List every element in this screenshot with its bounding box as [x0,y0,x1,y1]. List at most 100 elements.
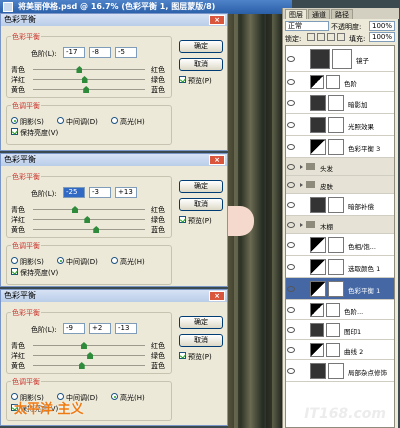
eye-icon[interactable] [287,307,295,313]
layer-row[interactable]: 皮肤 [286,176,394,194]
eye-icon[interactable] [287,182,295,188]
eye-icon[interactable] [287,327,295,333]
tone-radio[interactable] [57,117,64,124]
layer-row[interactable]: 色阶 [286,72,394,92]
level-input[interactable]: +2 [89,323,111,334]
eye-icon[interactable] [287,100,295,106]
cancel-button[interactable]: 取消 [179,58,223,71]
color-slider-track[interactable] [33,86,145,93]
eye-icon[interactable] [287,242,295,248]
layer-mask-thumbnail[interactable] [326,75,340,89]
preserve-luminosity-checkbox[interactable] [11,268,18,275]
tab-paths[interactable]: 路径 [331,9,353,19]
eye-icon[interactable] [287,79,295,85]
layer-mask-thumbnail[interactable] [326,303,340,317]
blend-mode-select[interactable]: 正常 [285,21,329,31]
close-icon[interactable]: × [209,155,225,165]
close-icon[interactable]: × [209,291,225,301]
cancel-button[interactable]: 取消 [179,198,223,211]
layer-row[interactable]: 局部杂点修饰 [286,360,394,382]
eye-icon[interactable] [287,368,295,374]
layer-mask-thumbnail[interactable] [328,237,344,253]
cancel-button[interactable]: 取消 [179,334,223,347]
level-input[interactable]: -17 [63,47,85,58]
layer-mask-thumbnail[interactable] [328,197,344,213]
dialog-title-bar[interactable]: 色彩平衡 × [1,290,227,302]
layer-row[interactable]: 色彩平衡 3 [286,136,394,158]
color-slider-track[interactable] [33,216,145,223]
layer-row[interactable]: 头发 [286,158,394,176]
layer-row[interactable]: 曲线 2 [286,340,394,360]
lock-all-icon[interactable] [337,33,345,41]
level-input[interactable]: -5 [115,47,137,58]
tone-radio[interactable] [111,117,118,124]
eye-icon[interactable] [287,56,295,62]
layer-row[interactable]: 色相/饱... [286,234,394,256]
tone-radio[interactable] [11,257,18,264]
layer-row[interactable]: 镜子 [286,46,394,72]
preview-checkbox[interactable] [179,352,186,359]
level-input[interactable]: -8 [89,47,111,58]
eye-icon[interactable] [287,264,295,270]
level-input[interactable]: -9 [63,323,85,334]
layer-row[interactable]: 暗部补偿 [286,194,394,216]
tab-layers[interactable]: 图层 [285,9,307,19]
tone-radio[interactable] [11,117,18,124]
eye-icon[interactable] [287,122,295,128]
tone-radio[interactable] [111,257,118,264]
color-slider-track[interactable] [33,66,145,73]
level-input[interactable]: -3 [89,187,111,198]
eye-icon[interactable] [287,222,295,228]
ok-button[interactable]: 确定 [179,316,223,329]
expand-arrow-icon[interactable] [300,223,303,227]
layer-row[interactable]: 暗影加 [286,92,394,114]
color-slider-track[interactable] [33,76,145,83]
close-icon[interactable]: × [209,15,225,25]
eye-icon[interactable] [287,347,295,353]
level-input[interactable]: +13 [115,187,137,198]
expand-arrow-icon[interactable] [300,165,303,169]
color-slider-track[interactable] [33,226,145,233]
level-input[interactable]: -25 [63,187,85,198]
preview-checkbox[interactable] [179,76,186,83]
preserve-luminosity-checkbox[interactable] [11,128,18,135]
color-slider-track[interactable] [33,206,145,213]
layer-mask-thumbnail[interactable] [328,95,344,111]
lock-move-icon[interactable] [327,33,335,41]
eye-icon[interactable] [287,164,295,170]
preview-checkbox[interactable] [179,216,186,223]
color-slider-track[interactable] [33,352,145,359]
tone-radio[interactable] [57,257,64,264]
layer-row[interactable]: 图印1 [286,320,394,340]
layer-mask-thumbnail[interactable] [328,281,344,297]
layer-mask-thumbnail[interactable] [326,323,340,337]
layer-mask-thumbnail[interactable] [326,343,340,357]
ok-button[interactable]: 确定 [179,180,223,193]
tab-channels[interactable]: 通道 [308,9,330,19]
lock-transparent-icon[interactable] [307,33,315,41]
layer-mask-thumbnail[interactable] [328,363,344,379]
tone-radio[interactable] [111,393,118,400]
color-slider-track[interactable] [33,342,145,349]
layer-mask-thumbnail[interactable] [328,259,344,275]
layer-mask-thumbnail[interactable] [332,49,352,69]
color-slider-track[interactable] [33,362,145,369]
eye-icon[interactable] [287,202,295,208]
layer-mask-thumbnail[interactable] [328,117,344,133]
opacity-input[interactable]: 100% [369,21,395,31]
layer-row[interactable]: 选取颜色 1 [286,256,394,278]
layer-row[interactable]: 光照效果 [286,114,394,136]
fill-input[interactable]: 100% [369,32,395,42]
layer-mask-thumbnail[interactable] [328,139,344,155]
eye-icon[interactable] [287,144,295,150]
dialog-title-bar[interactable]: 色彩平衡 × [1,154,227,166]
lock-brush-icon[interactable] [317,33,325,41]
dialog-title-bar[interactable]: 色彩平衡 × [1,14,227,26]
level-input[interactable]: -13 [115,323,137,334]
layer-row[interactable]: 木棚 [286,216,394,234]
layer-row[interactable]: 色阶... [286,300,394,320]
expand-arrow-icon[interactable] [300,183,303,187]
ok-button[interactable]: 确定 [179,40,223,53]
layer-row[interactable]: 色彩平衡 1 [286,278,394,300]
eye-icon[interactable] [287,286,295,292]
